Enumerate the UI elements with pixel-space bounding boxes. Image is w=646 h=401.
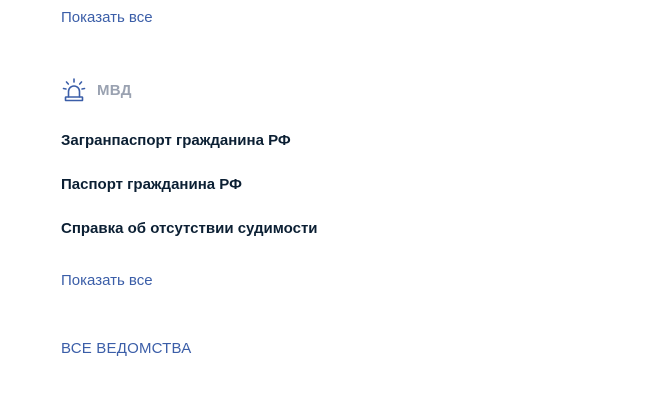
- department-header-mvd: МВД: [61, 76, 132, 104]
- all-departments-link[interactable]: ВСЕ ВЕДОМСТВА: [61, 340, 191, 357]
- show-all-link-top[interactable]: Показать все: [61, 9, 153, 26]
- service-link-criminal-record-certificate[interactable]: Справка об отсутствии судимости: [61, 220, 318, 237]
- show-all-link-mvd[interactable]: Показать все: [61, 272, 153, 289]
- police-siren-icon: [61, 77, 87, 103]
- department-title: МВД: [97, 81, 132, 99]
- service-link-passport[interactable]: Паспорт гражданина РФ: [61, 176, 242, 193]
- service-link-foreign-passport[interactable]: Загранпаспорт гражданина РФ: [61, 132, 291, 149]
